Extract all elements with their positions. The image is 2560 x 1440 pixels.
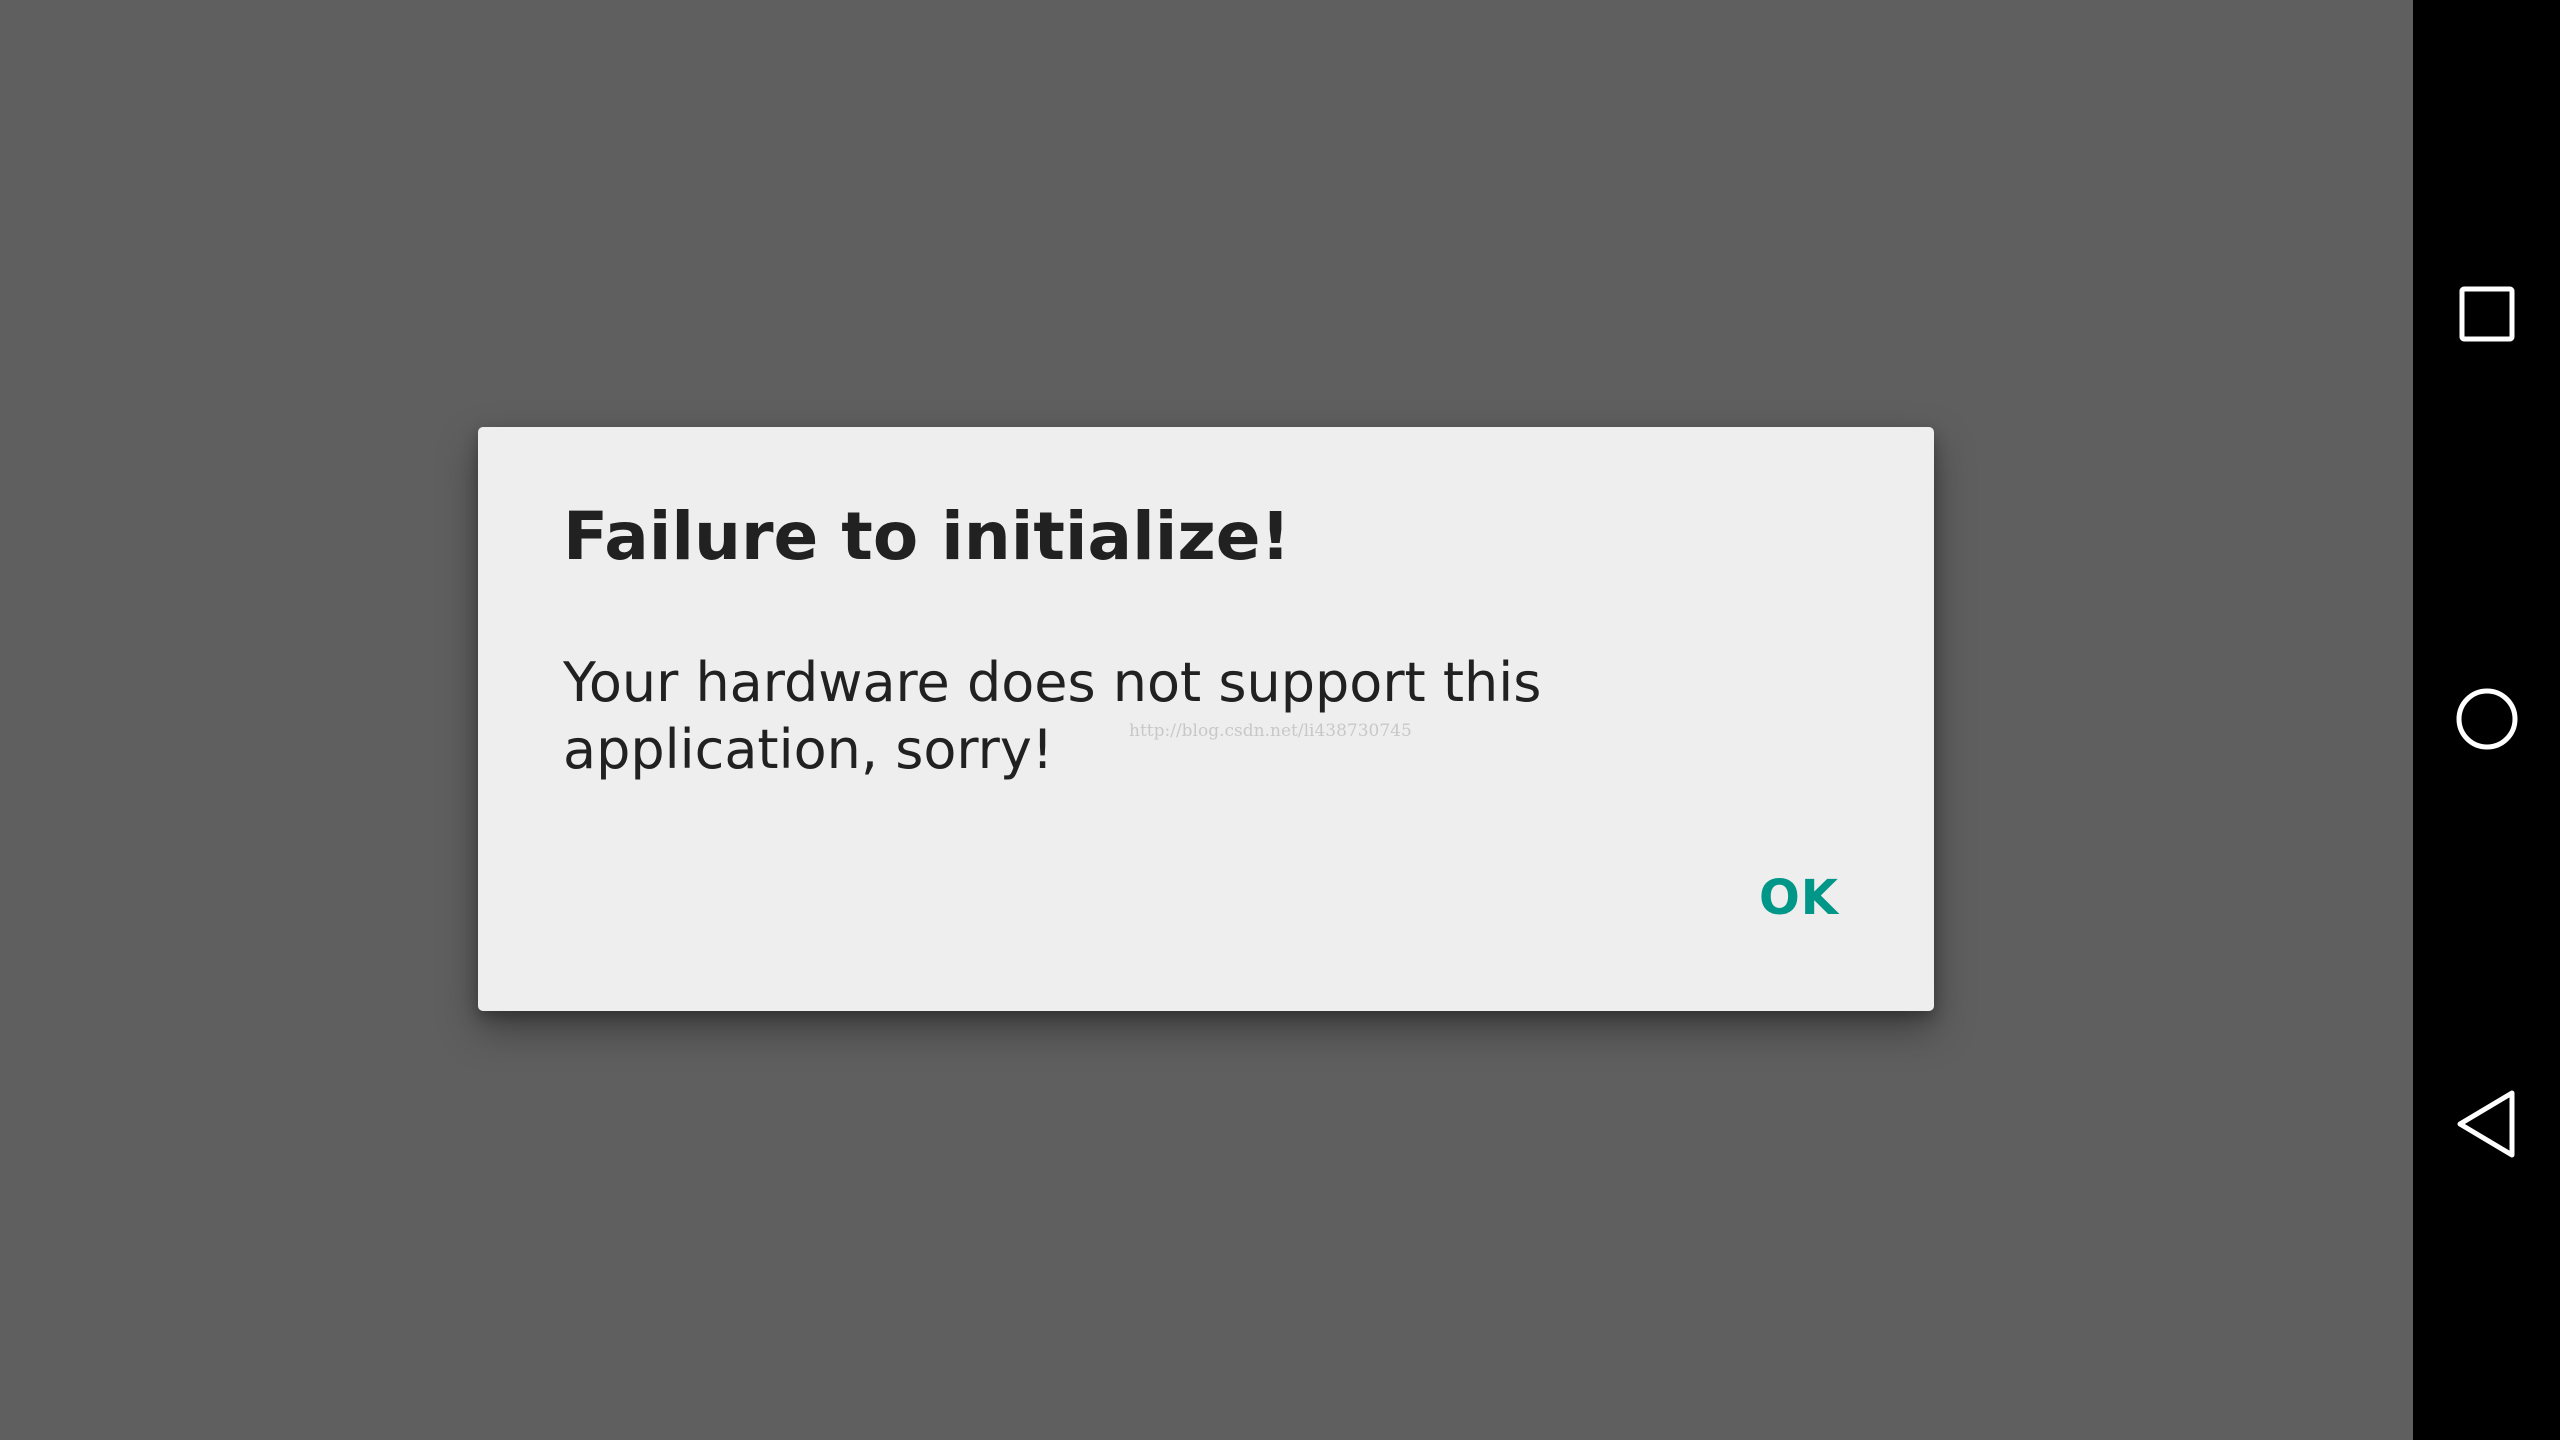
recents-square-icon [2459, 286, 2514, 342]
home-circle-icon [2456, 688, 2517, 750]
home-button[interactable] [2413, 619, 2560, 819]
back-button[interactable] [2413, 1024, 2560, 1224]
back-triangle-icon [2457, 1090, 2514, 1158]
ok-button[interactable]: OK [1759, 870, 1839, 928]
dialog-title: Failure to initialize! [563, 498, 1291, 575]
watermark-text: http://blog.csdn.net/li438730745 [1129, 721, 1412, 741]
recents-button[interactable] [2413, 214, 2560, 414]
dialog-message: Your hardware does not support this appl… [563, 651, 1542, 781]
navigation-bar [2413, 0, 2560, 1440]
alert-dialog: Failure to initialize! Your hardware doe… [478, 427, 1934, 1011]
device-screen: Failure to initialize! Your hardware doe… [0, 0, 2560, 1440]
